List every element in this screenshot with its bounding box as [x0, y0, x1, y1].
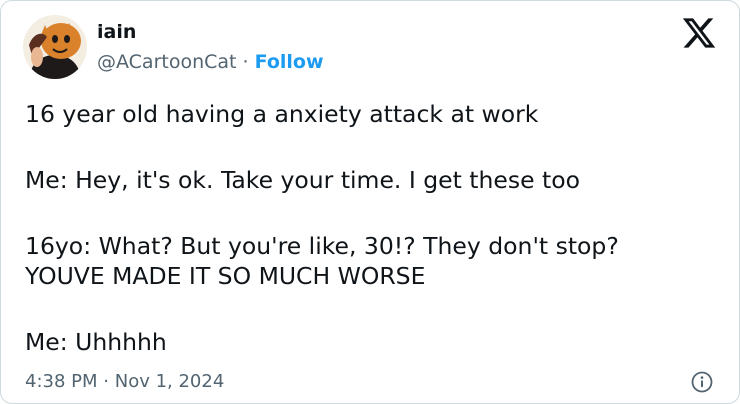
- tweet-paragraph: Me: Hey, it's ok. Take your time. I get …: [25, 166, 581, 194]
- tweet-timestamp: 4:38 PM · Nov 1, 2024: [25, 371, 224, 392]
- tweet-time[interactable]: 4:38 PM: [25, 371, 98, 392]
- meta-separator: ·: [103, 371, 109, 392]
- info-icon[interactable]: [691, 371, 713, 393]
- follow-button[interactable]: Follow: [255, 51, 324, 73]
- tweet-date[interactable]: Nov 1, 2024: [115, 371, 225, 392]
- tweet-paragraph: Me: Uhhhhh: [25, 328, 167, 356]
- x-logo-icon[interactable]: [681, 15, 717, 51]
- author-handle-line: @ACartoonCat · Follow: [97, 51, 324, 73]
- tweet-paragraph: 16 year old having a anxiety attack at w…: [25, 100, 539, 128]
- author-name[interactable]: iain: [97, 21, 136, 43]
- author-handle[interactable]: @ACartoonCat: [97, 51, 237, 73]
- tweet-card: iain @ACartoonCat · Follow 16 year old h…: [0, 0, 740, 404]
- avatar[interactable]: [23, 15, 87, 79]
- handle-separator: ·: [242, 51, 249, 73]
- tweet-paragraph: 16yo: What? But you're like, 30!? They d…: [25, 232, 619, 290]
